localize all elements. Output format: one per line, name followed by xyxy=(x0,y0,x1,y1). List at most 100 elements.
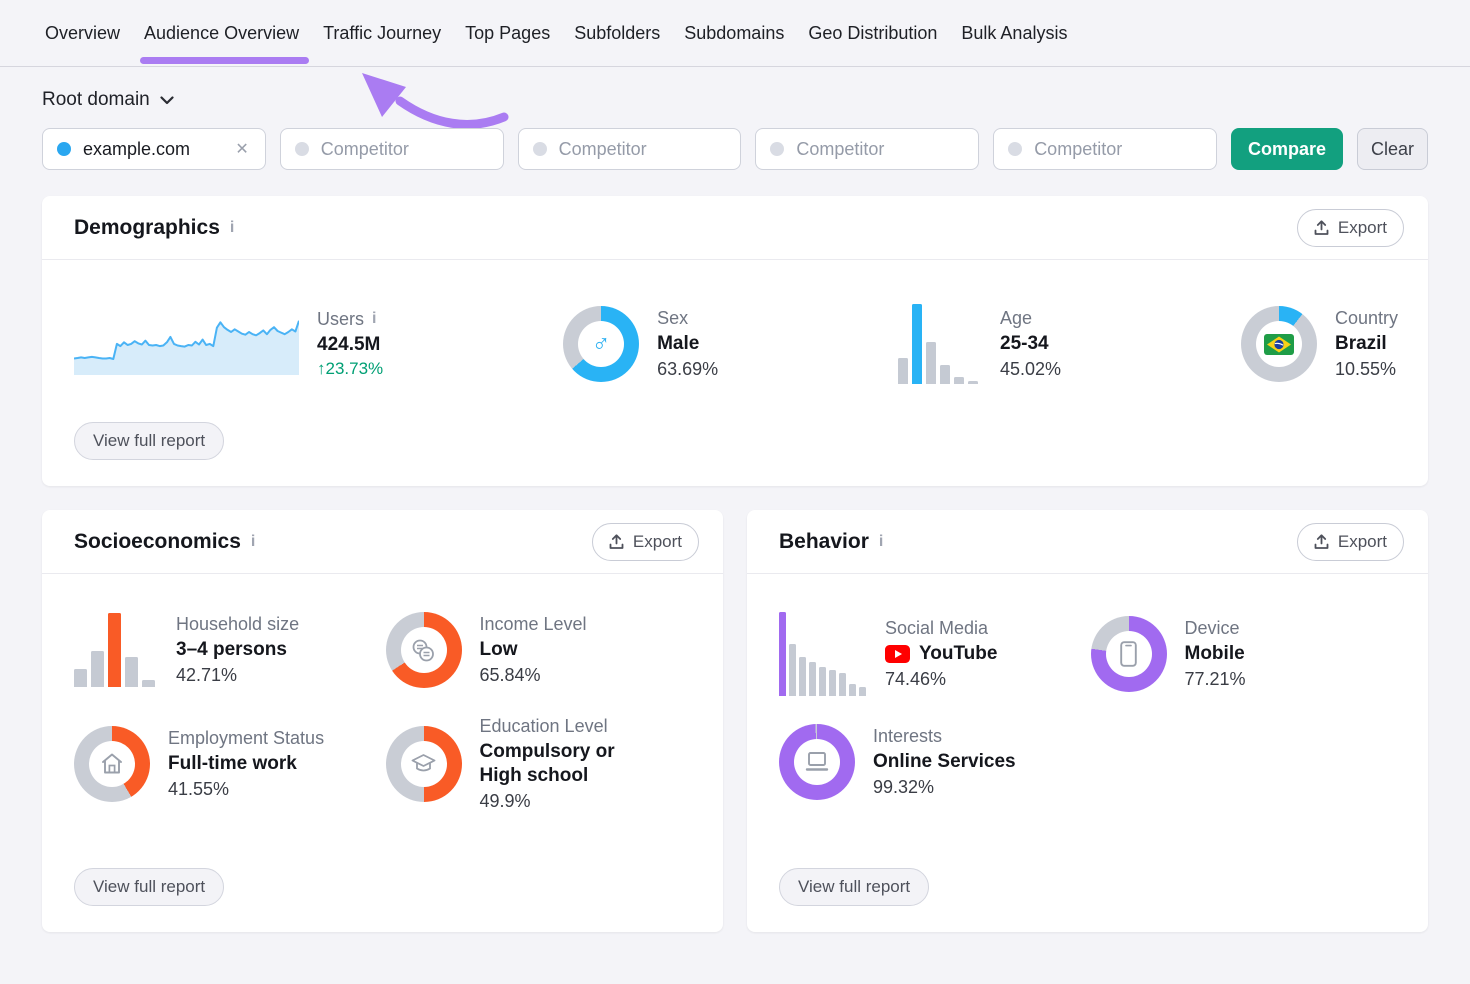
income-label: Income Level xyxy=(480,614,587,635)
country-percent: 10.55% xyxy=(1335,359,1398,380)
export-label: Export xyxy=(633,532,682,552)
users-value: 424.5M xyxy=(317,333,383,357)
country-donut-chart xyxy=(1241,306,1317,382)
social-media-value: YouTube xyxy=(919,642,997,666)
users-change: ↑23.73% xyxy=(317,359,383,379)
view-full-report-button[interactable]: View full report xyxy=(779,868,929,906)
info-icon[interactable]: i xyxy=(251,533,255,551)
competitor-color-dot xyxy=(770,142,784,156)
competitor-field-3[interactable] xyxy=(796,139,966,160)
competitor-input-4[interactable] xyxy=(993,128,1217,170)
employment-donut-chart xyxy=(74,726,150,802)
info-icon[interactable]: i xyxy=(372,310,376,328)
export-label: Export xyxy=(1338,532,1387,552)
competitor-field-2[interactable] xyxy=(559,139,729,160)
interests-value: Online Services xyxy=(873,750,1016,774)
domain-inputs-row: example.com ✕ Compare Clear xyxy=(42,128,1428,170)
report-tab-bar: Overview Audience Overview Traffic Journ… xyxy=(0,0,1470,67)
scope-selector[interactable]: Root domain xyxy=(42,89,174,111)
social-media-metric: Social Media YouTube 74.46% xyxy=(779,612,1091,696)
filter-area: Root domain example.com ✕ Compare Clear xyxy=(0,67,1470,170)
household-percent: 42.71% xyxy=(176,665,299,686)
tab-geo-distribution[interactable]: Geo Distribution xyxy=(808,0,937,66)
education-label: Education Level xyxy=(480,716,660,737)
view-full-report-button[interactable]: View full report xyxy=(74,422,224,460)
tab-subdomains[interactable]: Subdomains xyxy=(684,0,784,66)
users-trend-chart xyxy=(74,313,299,375)
info-icon[interactable]: i xyxy=(879,533,883,551)
tab-bulk-analysis[interactable]: Bulk Analysis xyxy=(961,0,1067,66)
employment-status-metric: Employment Status Full-time work 41.55% xyxy=(74,726,386,802)
competitor-input-3[interactable] xyxy=(755,128,979,170)
household-label: Household size xyxy=(176,614,299,635)
education-percent: 49.9% xyxy=(480,791,660,812)
brazil-flag-icon xyxy=(1264,334,1294,355)
age-bar-chart xyxy=(898,304,982,384)
view-full-report-button[interactable]: View full report xyxy=(74,868,224,906)
age-percent: 45.02% xyxy=(1000,359,1061,380)
competitor-field-1[interactable] xyxy=(321,139,491,160)
interests-metric: Interests Online Services 99.32% xyxy=(779,724,1091,800)
youtube-icon xyxy=(885,645,910,663)
upload-icon xyxy=(1314,220,1329,236)
interests-label: Interests xyxy=(873,726,1016,747)
remove-domain-icon[interactable]: ✕ xyxy=(231,137,252,161)
interests-percent: 99.32% xyxy=(873,777,1016,798)
upload-icon xyxy=(1314,534,1329,550)
household-value: 3–4 persons xyxy=(176,638,299,662)
behavior-panel: Behavior i Export Social Media xyxy=(747,510,1428,932)
users-label: Users i xyxy=(317,309,383,330)
main-domain-chip[interactable]: example.com ✕ xyxy=(42,128,266,170)
social-media-percent: 74.46% xyxy=(885,669,997,690)
coins-icon xyxy=(410,637,437,664)
info-icon[interactable]: i xyxy=(230,219,234,237)
tab-subfolders[interactable]: Subfolders xyxy=(574,0,660,66)
tab-traffic-journey[interactable]: Traffic Journey xyxy=(323,0,441,66)
competitor-input-1[interactable] xyxy=(280,128,504,170)
country-value: Brazil xyxy=(1335,332,1398,356)
socioeconomics-title: Socioeconomics xyxy=(74,530,241,554)
sex-value: Male xyxy=(657,332,718,356)
employment-value: Full-time work xyxy=(168,752,324,776)
users-metric: Users i 424.5M ↑23.73% xyxy=(74,309,383,380)
tab-top-pages[interactable]: Top Pages xyxy=(465,0,550,66)
export-label: Export xyxy=(1338,218,1387,238)
house-icon xyxy=(99,751,125,776)
scope-label: Root domain xyxy=(42,89,150,111)
clear-button[interactable]: Clear xyxy=(1357,128,1428,170)
tab-audience-overview[interactable]: Audience Overview xyxy=(144,0,299,66)
education-level-metric: Education Level Compulsory or High schoo… xyxy=(386,716,698,812)
age-metric: Age 25-34 45.02% xyxy=(898,304,1061,384)
device-label: Device xyxy=(1185,618,1246,639)
mobile-phone-icon xyxy=(1120,641,1137,667)
sex-percent: 63.69% xyxy=(657,359,718,380)
compare-button[interactable]: Compare xyxy=(1231,128,1343,170)
competitor-color-dot xyxy=(1008,142,1022,156)
country-metric: Country Brazil 10.55% xyxy=(1241,306,1398,382)
education-value: Compulsory or High school xyxy=(480,740,660,788)
domain-color-dot xyxy=(57,142,71,156)
domain-value: example.com xyxy=(83,139,190,160)
demographics-panel: Demographics i Export Users i 424.5M ↑23… xyxy=(42,196,1428,486)
behavior-title: Behavior xyxy=(779,530,869,554)
export-button[interactable]: Export xyxy=(592,523,699,561)
chevron-down-icon xyxy=(160,96,174,105)
export-button[interactable]: Export xyxy=(1297,209,1404,247)
export-button[interactable]: Export xyxy=(1297,523,1404,561)
competitor-field-4[interactable] xyxy=(1034,139,1204,160)
household-bar-chart xyxy=(74,613,158,687)
income-value: Low xyxy=(480,638,587,662)
sex-donut-chart: ♂ xyxy=(563,306,639,382)
demographics-title: Demographics xyxy=(74,216,220,240)
male-icon: ♂ xyxy=(592,332,611,357)
socioeconomics-panel: Socioeconomics i Export Household size 3… xyxy=(42,510,723,932)
age-label: Age xyxy=(1000,308,1061,329)
country-label: Country xyxy=(1335,308,1398,329)
age-value: 25-34 xyxy=(1000,332,1061,356)
education-donut-chart xyxy=(386,726,462,802)
competitor-input-2[interactable] xyxy=(518,128,742,170)
device-value: Mobile xyxy=(1185,642,1246,666)
competitor-color-dot xyxy=(533,142,547,156)
device-donut-chart xyxy=(1091,616,1167,692)
tab-overview[interactable]: Overview xyxy=(45,0,120,66)
